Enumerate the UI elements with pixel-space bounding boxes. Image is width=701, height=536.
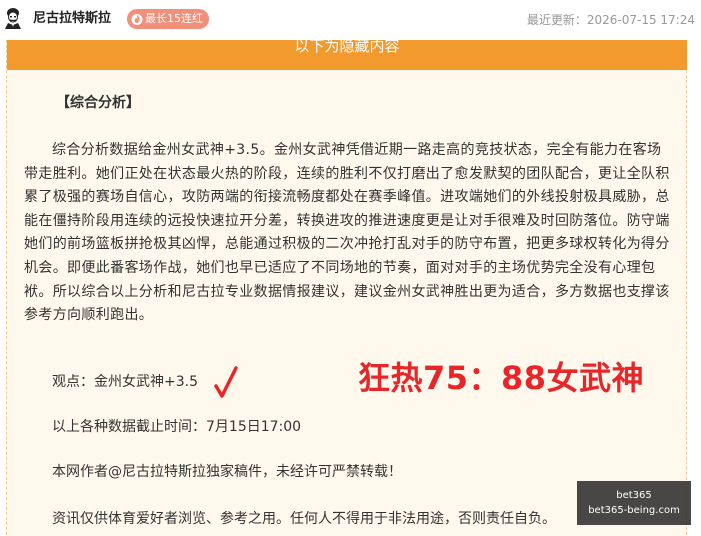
streak-badge: 最长15连红	[127, 9, 209, 29]
streak-badge-label: 最长15连红	[145, 12, 203, 25]
watermark-overlay: bet365 bet365-being.com	[577, 481, 691, 525]
checkmark-icon	[214, 366, 238, 398]
analysis-paragraph: 综合分析数据给金州女武神+3.5。金州女武神凭借近期一路走高的竞技状态，完全有能…	[24, 142, 670, 324]
disclaimer-text: 资讯仅供体育爱好者浏览、参考之用。任何人不得用于非法用途，否则责任自负。	[52, 511, 556, 527]
section-title: 【综合分析】	[56, 95, 140, 111]
watermark-line-2: bet365-being.com	[588, 505, 680, 516]
portrait-avatar-icon[interactable]	[4, 7, 22, 29]
hidden-content-banner-label: 以下为隐藏内容	[294, 40, 400, 55]
hidden-content-banner: 以下为隐藏内容	[7, 40, 687, 70]
fire-icon	[131, 12, 143, 26]
data-cutoff-text: 以上各种数据截止时间：7月15日17:00	[52, 419, 302, 435]
result-headline: 狂热75：88女武神	[358, 359, 645, 397]
article-header: 尼古拉特斯拉 最长15连红 最近更新：2026-07-15 17:24	[0, 0, 701, 40]
copyright-notice: 本网作者@尼古拉特斯拉独家稿件，未经许可严禁转载！	[52, 464, 402, 480]
updated-timestamp: 最近更新：2026-07-15 17:24	[526, 13, 695, 27]
pick-label: 观点：金州女武神+3.5	[52, 374, 198, 390]
author-name[interactable]: 尼古拉特斯拉	[33, 10, 111, 28]
watermark-line-1: bet365	[616, 490, 652, 501]
article-page: 尼古拉特斯拉 最长15连红 最近更新：2026-07-15 17:24 以下为隐…	[0, 0, 701, 536]
